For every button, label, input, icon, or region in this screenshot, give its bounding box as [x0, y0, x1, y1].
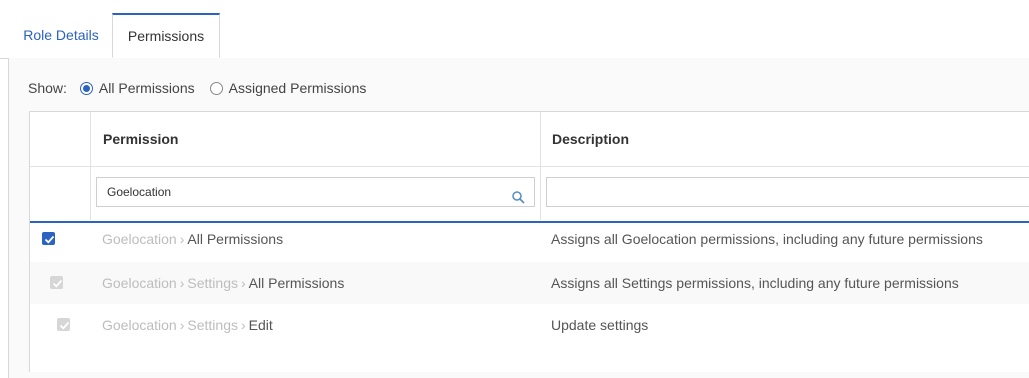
- column-header-permission[interactable]: Permission: [103, 112, 178, 166]
- tab-permissions[interactable]: Permissions: [112, 13, 220, 58]
- breadcrumb-segment: Goelocation: [102, 317, 177, 333]
- all-permissions-option[interactable]: All Permissions: [79, 80, 195, 96]
- description-filter-input[interactable]: [546, 177, 1029, 207]
- permission-filter-input[interactable]: Goelocation: [96, 177, 535, 207]
- table-row: Goelocation › All Permissions Assigns all …: [30, 218, 1029, 260]
- row-checkbox[interactable]: [42, 232, 55, 245]
- breadcrumb-segment: Goelocation: [102, 231, 177, 247]
- permission-name: Edit: [248, 317, 273, 333]
- breadcrumb-separator: ›: [179, 317, 185, 333]
- permission-name: All Permissions: [248, 275, 345, 291]
- permissions-table: Permission Description Goelocation Goelo…: [29, 111, 1029, 372]
- permission-name: All Permissions: [187, 231, 284, 247]
- breadcrumb-segment: Settings: [187, 317, 238, 333]
- breadcrumb-segment: Goelocation: [102, 275, 177, 291]
- breadcrumb-separator: ›: [179, 231, 185, 247]
- table-row: Goelocation › Settings › Edit Update setting…: [30, 304, 1029, 346]
- row-checkbox[interactable]: [57, 318, 70, 331]
- assigned-permissions-label: Assigned Permissions: [228, 80, 367, 96]
- breadcrumb-separator: ›: [240, 275, 246, 291]
- permission-path: Goelocation › Settings › All Permissions: [102, 262, 344, 304]
- permission-filter-value: Goelocation: [107, 185, 172, 199]
- search-icon[interactable]: [512, 186, 526, 204]
- permission-description: Update settings: [551, 317, 649, 333]
- permission-description: Assigns all Settings permissions, includ…: [551, 275, 959, 291]
- all-permissions-radio[interactable]: [79, 81, 93, 95]
- permission-path: Goelocation › All Permissions: [102, 218, 283, 260]
- permission-description: Assigns all Goelocation permissions, inc…: [551, 231, 983, 247]
- breadcrumb-separator: ›: [240, 317, 246, 333]
- table-row: Goelocation › Settings › All Permissions Ass…: [30, 262, 1029, 304]
- all-permissions-label: All Permissions: [98, 80, 195, 96]
- checkmark-icon: [59, 321, 70, 330]
- breadcrumb-segment: Settings: [187, 275, 238, 291]
- tab-role-details[interactable]: Role Details: [10, 14, 112, 57]
- checkmark-icon: [44, 235, 55, 244]
- permission-path: Goelocation › Settings › Edit: [102, 304, 273, 346]
- filter-row: Goelocation: [30, 166, 1029, 223]
- checkmark-icon: [52, 279, 63, 288]
- assigned-permissions-option[interactable]: Assigned Permissions: [209, 80, 367, 96]
- tab-bar: Role Details Permissions: [0, 0, 1029, 59]
- assigned-permissions-radio[interactable]: [209, 81, 223, 95]
- row-checkbox[interactable]: [50, 276, 63, 289]
- show-label: Show:: [28, 80, 67, 96]
- column-header-description[interactable]: Description: [552, 112, 629, 166]
- show-filter: Show: All Permissions Assigned Permissio…: [28, 78, 366, 98]
- breadcrumb-separator: ›: [179, 275, 185, 291]
